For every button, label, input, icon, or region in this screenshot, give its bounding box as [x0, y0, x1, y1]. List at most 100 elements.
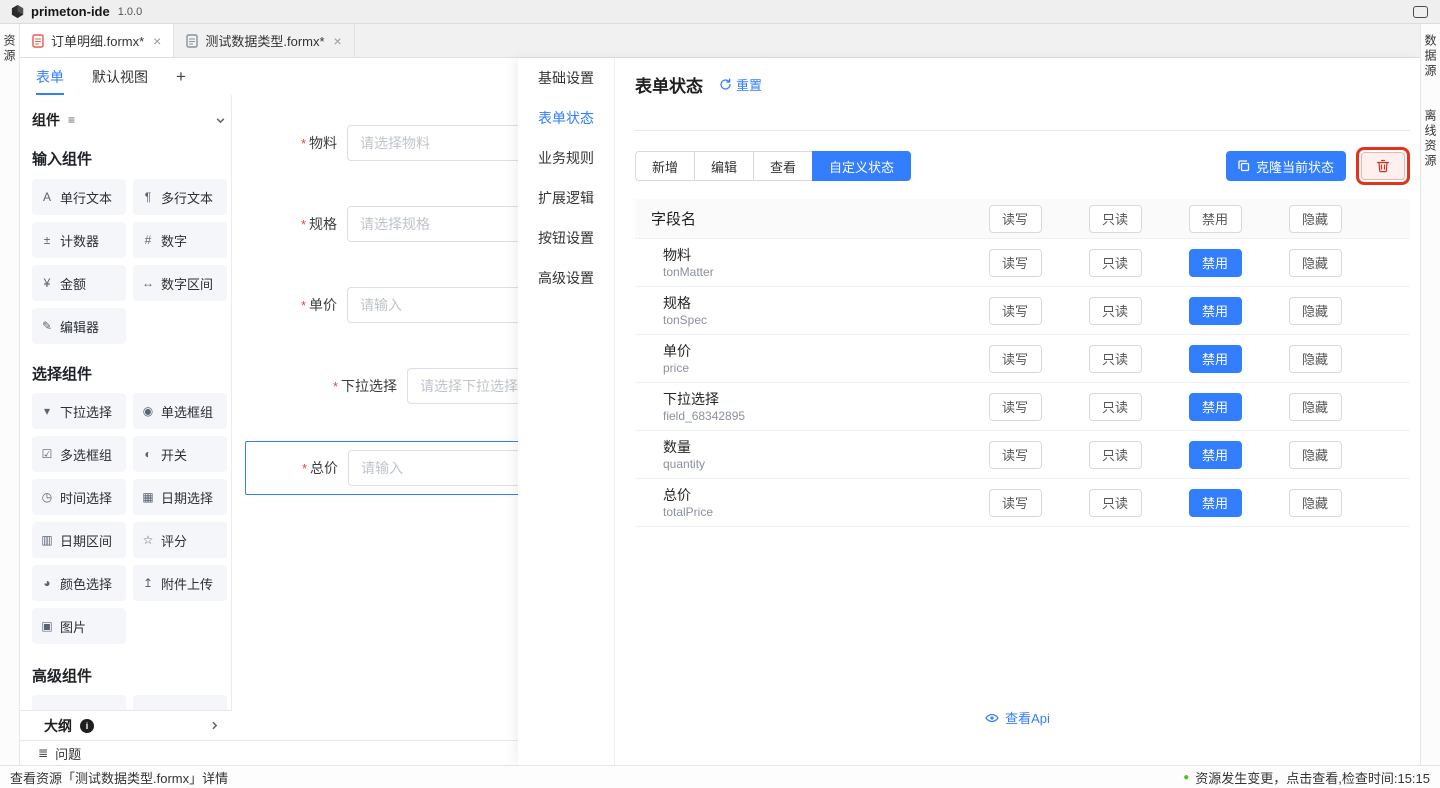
option-readonly[interactable]: 只读 — [1089, 441, 1142, 469]
component-switch[interactable]: ◐开关 — [133, 436, 227, 472]
divider — [635, 130, 1410, 131]
option-disabled[interactable]: 禁用 — [1189, 441, 1242, 469]
component-time-picker[interactable]: ◷时间选择 — [32, 479, 126, 515]
clone-icon — [1238, 160, 1250, 172]
option-readwrite[interactable]: 读写 — [989, 393, 1042, 421]
option-readwrite[interactable]: 读写 — [989, 345, 1042, 373]
field-code: tonSpec — [663, 313, 965, 327]
component-date-picker[interactable]: ▦日期选择 — [133, 479, 227, 515]
datasource-rail-item[interactable]: 数据源 — [1422, 34, 1439, 79]
nav-basic-settings[interactable]: 基础设置 — [518, 58, 614, 98]
option-readonly[interactable]: 只读 — [1089, 297, 1142, 325]
counter-icon: ± — [40, 233, 54, 247]
option-hidden[interactable]: 隐藏 — [1289, 345, 1342, 373]
section-title-input: 输入组件 — [32, 148, 226, 166]
palette-title: 组件 — [32, 110, 60, 130]
component-image[interactable]: ▣图片 — [32, 608, 126, 644]
component-single-line-text[interactable]: A单行文本 — [32, 179, 126, 215]
left-activity-rail: 资源 — [0, 24, 20, 765]
field-code: tonMatter — [663, 265, 965, 279]
option-hidden[interactable]: 隐藏 — [1289, 297, 1342, 325]
color-picker-icon: ◕ — [40, 576, 54, 590]
advanced-components-grid — [32, 695, 226, 710]
option-hidden[interactable]: 隐藏 — [1289, 249, 1342, 277]
add-view-button[interactable]: + — [176, 68, 186, 85]
reset-link[interactable]: 重置 — [719, 75, 762, 94]
header-option-disabled[interactable]: 禁用 — [1189, 205, 1242, 233]
option-disabled[interactable]: 禁用 — [1189, 297, 1242, 325]
nav-form-state[interactable]: 表单状态 — [518, 98, 614, 138]
option-disabled[interactable]: 禁用 — [1189, 489, 1242, 517]
delete-state-button[interactable] — [1361, 152, 1405, 180]
component-color-picker[interactable]: ◕颜色选择 — [32, 565, 126, 601]
switch-icon: ◐ — [141, 447, 155, 461]
view-api-link[interactable]: 查看Api — [615, 708, 1420, 727]
state-tab-edit[interactable]: 编辑 — [694, 151, 754, 181]
option-disabled[interactable]: 禁用 — [1189, 345, 1242, 373]
required-asterisk: * — [302, 461, 307, 476]
option-hidden[interactable]: 隐藏 — [1289, 489, 1342, 517]
view-tab-default-view[interactable]: 默认视图 — [92, 58, 148, 95]
component-radio-group[interactable]: ◉单选框组 — [133, 393, 227, 429]
close-tab-icon[interactable]: × — [334, 33, 342, 49]
offline-resources-rail-item[interactable]: 离线资源 — [1422, 109, 1439, 169]
component-counter[interactable]: ±计数器 — [32, 222, 126, 258]
problems-bar[interactable]: ≣ 问题 — [20, 740, 518, 765]
state-tab-group: 新增 编辑 查看 自定义状态 — [635, 151, 911, 181]
header-option-readonly[interactable]: 只读 — [1089, 205, 1142, 233]
component-dropdown[interactable]: ▾下拉选择 — [32, 393, 126, 429]
resources-rail-item[interactable]: 资源 — [1, 34, 18, 64]
option-disabled[interactable]: 禁用 — [1189, 393, 1242, 421]
nav-advanced-settings[interactable]: 高级设置 — [518, 258, 614, 298]
component-multi-line-text[interactable]: ¶多行文本 — [133, 179, 227, 215]
option-readonly[interactable]: 只读 — [1089, 249, 1142, 277]
panel-toggle-icon[interactable] — [1413, 6, 1428, 18]
chevron-right-icon[interactable] — [209, 720, 220, 731]
option-readonly[interactable]: 只读 — [1089, 393, 1142, 421]
header-option-readwrite[interactable]: 读写 — [989, 205, 1042, 233]
clone-current-state-button[interactable]: 克隆当前状态 — [1226, 151, 1346, 181]
component-clipped[interactable] — [32, 695, 126, 710]
header-option-hidden[interactable]: 隐藏 — [1289, 205, 1342, 233]
checkbox-group-icon: ☑ — [40, 447, 54, 461]
chevron-down-icon[interactable] — [215, 115, 226, 126]
option-readwrite[interactable]: 读写 — [989, 441, 1042, 469]
nav-button-settings[interactable]: 按钮设置 — [518, 218, 614, 258]
nav-business-rules[interactable]: 业务规则 — [518, 138, 614, 178]
state-tab-view[interactable]: 查看 — [753, 151, 813, 181]
component-attachment-upload[interactable]: ↥附件上传 — [133, 565, 227, 601]
option-hidden[interactable]: 隐藏 — [1289, 441, 1342, 469]
component-clipped[interactable] — [133, 695, 227, 710]
required-asterisk: * — [301, 217, 306, 232]
component-date-range[interactable]: ▥日期区间 — [32, 522, 126, 558]
close-tab-icon[interactable]: × — [153, 33, 161, 49]
nav-extension-logic[interactable]: 扩展逻辑 — [518, 178, 614, 218]
field-code: quantity — [663, 457, 965, 471]
option-disabled[interactable]: 禁用 — [1189, 249, 1242, 277]
component-checkbox-group[interactable]: ☑多选框组 — [32, 436, 126, 472]
component-amount[interactable]: ¥金额 — [32, 265, 126, 301]
status-left-text[interactable]: 查看资源「测试数据类型.formx」详情 — [10, 768, 228, 787]
tab-test-data-type-formx[interactable]: 测试数据类型.formx* × — [174, 24, 354, 57]
option-readwrite[interactable]: 读写 — [989, 249, 1042, 277]
option-readonly[interactable]: 只读 — [1089, 489, 1142, 517]
resource-change-status[interactable]: ● 资源发生变更，点击查看,检查时间:15:15 — [1183, 768, 1430, 787]
option-readonly[interactable]: 只读 — [1089, 345, 1142, 373]
table-row-quantity: 数量quantity 读写 只读 禁用 隐藏 — [635, 431, 1410, 479]
tab-order-detail-formx[interactable]: 订单明细.formx* × — [20, 24, 174, 57]
view-tab-form[interactable]: 表单 — [36, 58, 64, 95]
component-editor[interactable]: ✎编辑器 — [32, 308, 126, 344]
info-icon: i — [80, 719, 94, 733]
layout-toggle-icon[interactable]: ≡ — [68, 113, 75, 127]
option-readwrite[interactable]: 读写 — [989, 489, 1042, 517]
view-tabbar: 表单 默认视图 + — [20, 58, 518, 95]
component-rating[interactable]: ☆评分 — [133, 522, 227, 558]
outline-bar[interactable]: 大纲 i — [20, 710, 232, 740]
status-right-text: 资源发生变更，点击查看,检查时间:15:15 — [1195, 768, 1430, 787]
state-tab-new[interactable]: 新增 — [635, 151, 695, 181]
state-tab-custom[interactable]: 自定义状态 — [812, 151, 911, 181]
option-readwrite[interactable]: 读写 — [989, 297, 1042, 325]
option-hidden[interactable]: 隐藏 — [1289, 393, 1342, 421]
component-number-range[interactable]: ↔数字区间 — [133, 265, 227, 301]
component-number[interactable]: #数字 — [133, 222, 227, 258]
